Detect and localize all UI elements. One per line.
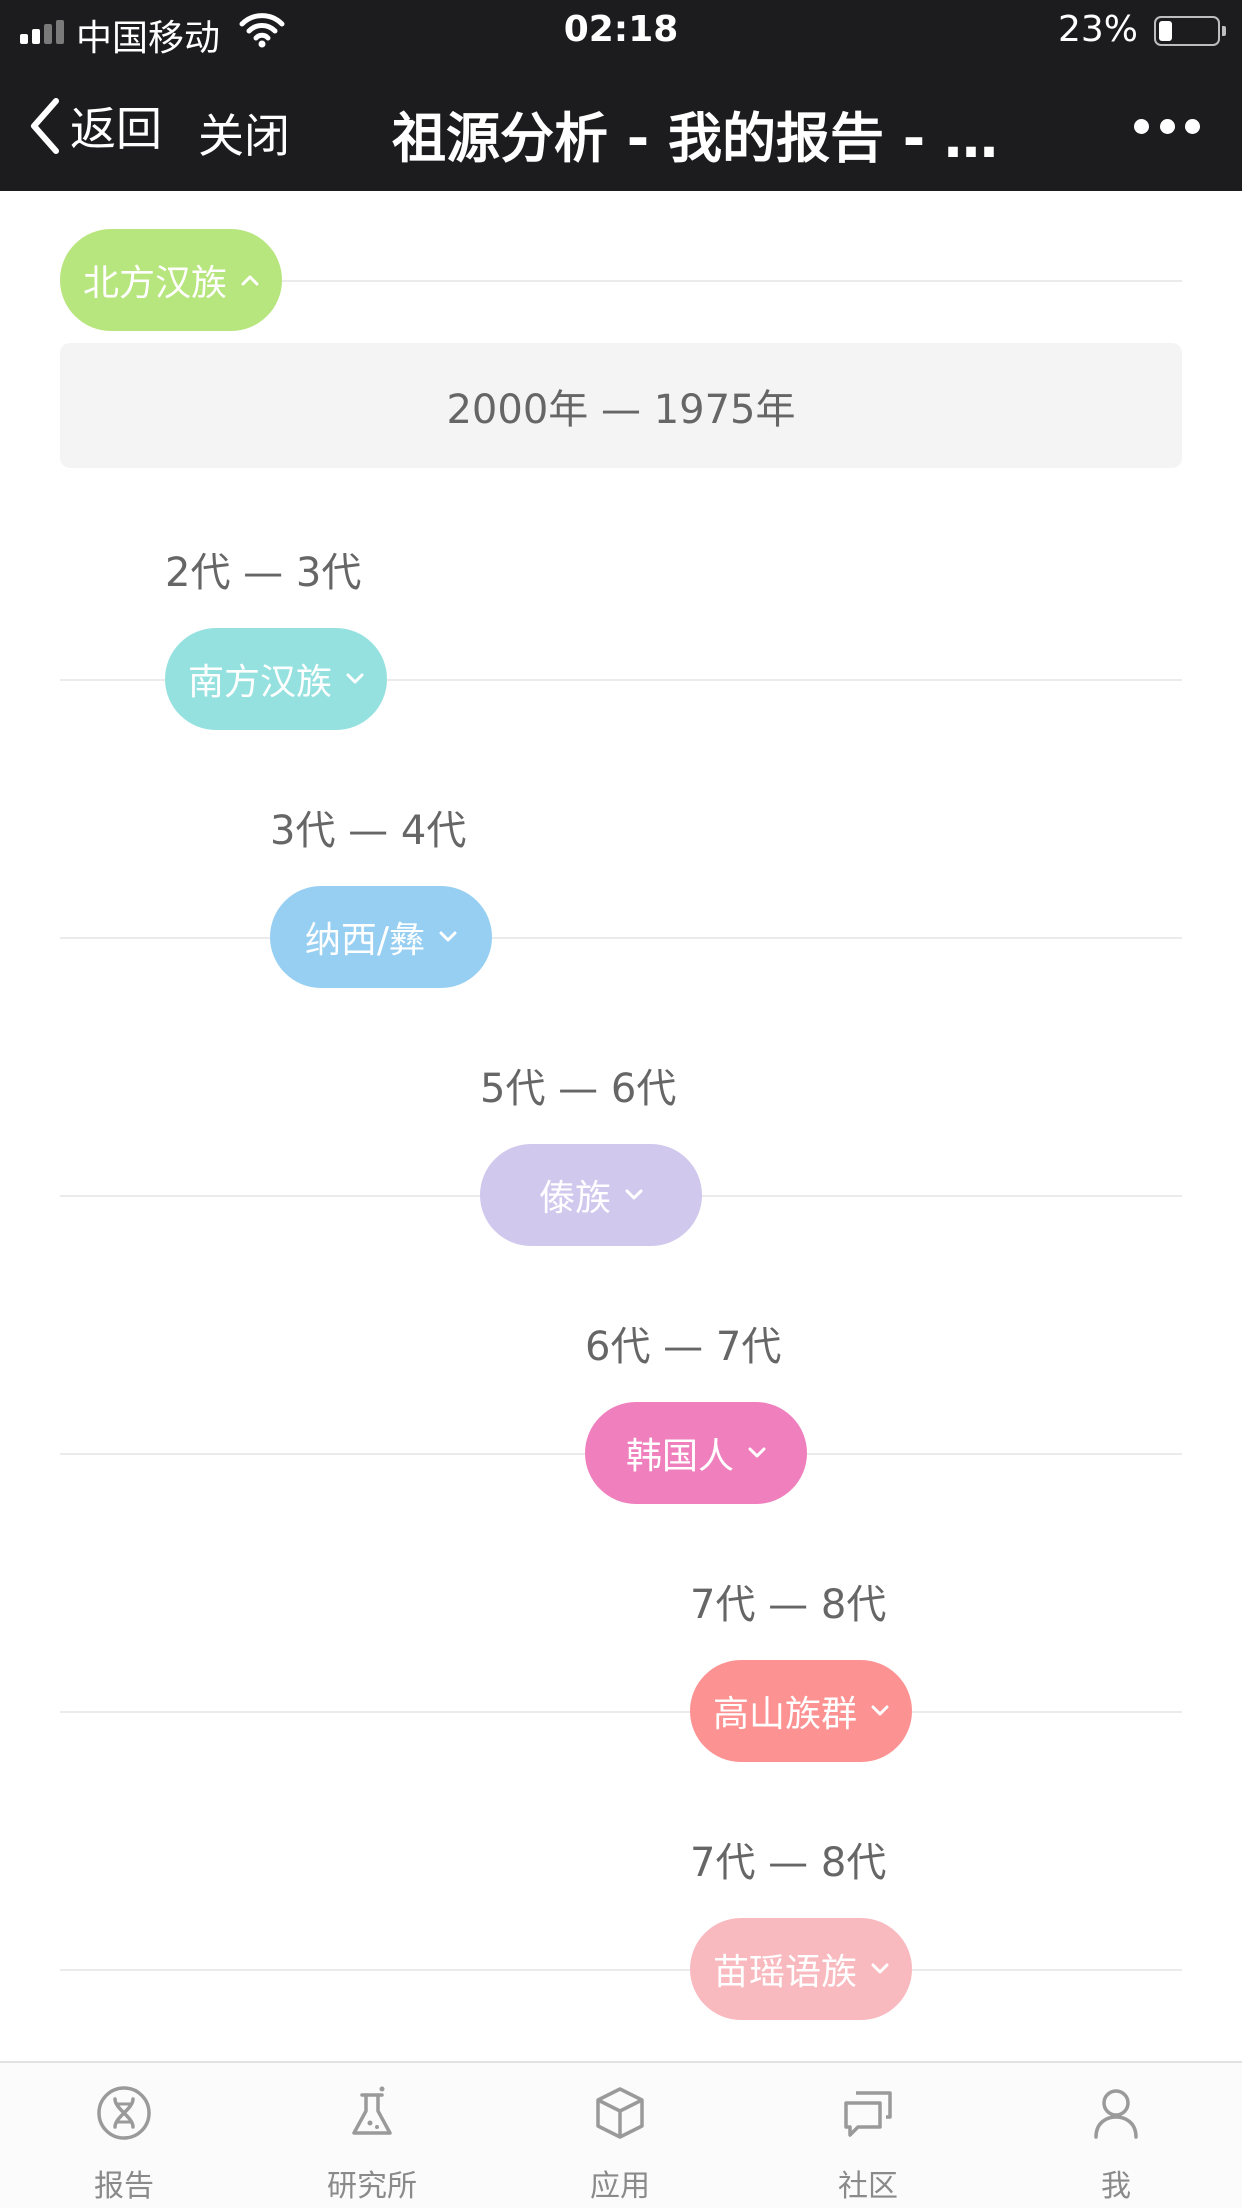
ancestry-label: 纳西/彝 — [304, 920, 426, 961]
chevron-down-icon — [625, 1189, 643, 1200]
ancestry-label: 北方汉族 — [82, 263, 227, 304]
generation-range: 6代 — 7代 — [585, 1324, 782, 1370]
chat-icon — [844, 2091, 892, 2137]
more-dots-icon — [1134, 118, 1149, 134]
tab-label: 研究所 — [327, 2169, 417, 2204]
chevron-down-icon — [871, 1705, 889, 1716]
more-options-button[interactable] — [1134, 108, 1200, 144]
timeline-row: 7代 — 8代 高山族群 — [60, 1582, 1182, 1766]
chevron-down-icon — [871, 1963, 889, 1974]
ancestry-pill-3[interactable]: 傣族 — [480, 1144, 702, 1246]
ancestry-pill-5[interactable]: 高山族群 — [690, 1660, 912, 1762]
status-bar: 中国移动 02:18 23% — [0, 0, 1242, 62]
tab-research-institute[interactable]: 研究所 — [248, 2063, 496, 2210]
ancestry-pill-2[interactable]: 纳西/彝 — [270, 886, 492, 988]
tab-report[interactable]: 报告 — [0, 2063, 248, 2210]
ancestry-timeline[interactable]: 1代 — 2代 北方汉族 2000年 — 1975年 2代 — 3代 南方汉族 … — [0, 191, 1242, 2061]
tab-label: 应用 — [590, 2169, 650, 2204]
generation-range: 7代 — 8代 — [690, 1582, 887, 1628]
tab-label: 我 — [1101, 2169, 1131, 2204]
battery-icon — [1154, 16, 1226, 46]
timeline-row: 7代 — 8代 苗瑶语族 — [60, 1840, 1182, 2024]
ancestry-pill-6[interactable]: 苗瑶语族 — [690, 1918, 912, 2020]
timeline-divider — [60, 937, 1182, 939]
ancestry-pill-0[interactable]: 北方汉族 — [60, 229, 282, 331]
tab-label: 社区 — [838, 2169, 898, 2204]
generation-range: 3代 — 4代 — [270, 808, 467, 854]
ancestry-label: 南方汉族 — [187, 662, 332, 703]
ancestry-label: 高山族群 — [712, 1694, 857, 1735]
chevron-down-icon — [439, 931, 457, 942]
page-title: 祖源分析 - 我的报告 - W... — [392, 107, 1052, 170]
tab-community[interactable]: 社区 — [744, 2063, 992, 2210]
back-button[interactable]: 返回 — [26, 90, 162, 162]
generation-range: 2代 — 3代 — [165, 550, 362, 596]
chevron-left-icon — [31, 98, 59, 154]
cube-icon — [596, 2087, 644, 2139]
tab-label: 报告 — [94, 2169, 154, 2204]
person-icon — [1094, 2089, 1138, 2139]
generation-range: 7代 — 8代 — [690, 1840, 887, 1886]
ancestry-label: 傣族 — [538, 1178, 611, 1219]
dna-icon — [97, 2086, 151, 2140]
timeline-row: 2代 — 3代 南方汉族 — [60, 550, 1182, 734]
battery-percentage: 23% — [1057, 9, 1138, 50]
expanded-year-range: 2000年 — 1975年 — [60, 343, 1182, 468]
top-bar: 中国移动 02:18 23% 返回 关闭 祖源分析 - 我的报告 - W... — [0, 0, 1242, 191]
tab-me[interactable]: 我 — [992, 2063, 1240, 2210]
chevron-up-icon — [241, 275, 259, 286]
timeline-row: 5代 — 6代 傣族 — [60, 1066, 1182, 1250]
back-label: 返回 — [70, 102, 162, 156]
clock: 02:18 — [563, 9, 679, 50]
close-button[interactable]: 关闭 — [198, 100, 290, 166]
ancestry-label: 韩国人 — [625, 1436, 734, 1477]
chevron-down-icon — [748, 1447, 766, 1458]
generation-range: 5代 — 6代 — [480, 1066, 677, 1112]
bottom-tab-bar: 报告 研究所 应用 社区 我 — [0, 2061, 1242, 2208]
timeline-row: 1代 — 2代 北方汉族 — [60, 191, 1182, 335]
timeline-divider — [60, 1969, 1182, 1971]
chevron-down-icon — [346, 673, 364, 684]
ancestry-pill-1[interactable]: 南方汉族 — [165, 628, 387, 730]
timeline-row: 3代 — 4代 纳西/彝 — [60, 808, 1182, 992]
ancestry-label: 苗瑶语族 — [712, 1952, 857, 1993]
navigation-bar: 返回 关闭 祖源分析 - 我的报告 - W... — [0, 62, 1242, 191]
timeline-divider — [60, 1711, 1182, 1713]
tab-apps[interactable]: 应用 — [496, 2063, 744, 2210]
generation-range: 1代 — 2代 — [60, 191, 256, 199]
ancestry-pill-4[interactable]: 韩国人 — [585, 1402, 807, 1504]
flask-icon — [352, 2086, 392, 2135]
timeline-row: 6代 — 7代 韩国人 — [60, 1324, 1182, 1508]
